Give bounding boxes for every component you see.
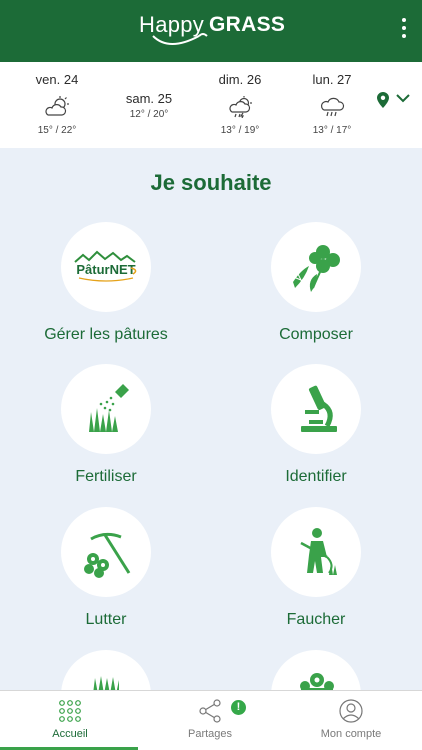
nav-label: Mon compte <box>320 728 382 740</box>
tile-label: Lutter <box>85 611 127 628</box>
tile-label: Composer <box>279 326 353 343</box>
tile-identifier[interactable]: Identifier <box>231 364 401 486</box>
logo-smile-icon <box>152 33 208 45</box>
mower-person-icon <box>271 507 361 597</box>
tile-lutter[interactable]: Lutter <box>21 507 191 629</box>
nav-label: Partages <box>187 728 233 740</box>
chevron-down-icon[interactable] <box>396 93 410 103</box>
weather-day-name: sam. 25 <box>125 91 173 106</box>
weather-day[interactable]: sam. 25 12° / 20° <box>114 62 184 148</box>
clover-icon <box>271 222 361 312</box>
tile-label: Faucher <box>286 611 346 628</box>
kebab-menu-icon[interactable] <box>396 14 412 42</box>
nav-item-mon-compte[interactable]: Mon compte <box>281 691 421 750</box>
nav-item-accueil[interactable]: Accueil <box>0 691 140 750</box>
weather-day-temp: 15° / 22° <box>37 125 77 136</box>
happygrass-logo: Happy GRASS <box>139 10 289 50</box>
paturnet-logo-graphic: PâturNET <box>74 250 137 282</box>
nav-item-partages[interactable]: Partages <box>140 691 280 750</box>
rain-cloud-icon <box>320 97 345 117</box>
partly-cloudy-icon <box>45 96 69 116</box>
weather-day-name: dim. 26 <box>218 72 262 87</box>
tile-fertiliser[interactable]: Fertiliser <box>21 364 191 486</box>
weather-day-name: ven. 24 <box>35 72 79 87</box>
tile-composer[interactable]: Composer <box>231 222 401 344</box>
weather-day[interactable]: dim. 26 13° / 19° <box>205 62 275 148</box>
weather-day-temp: 13° / 17° <box>312 125 352 136</box>
page-title: Je souhaite <box>150 170 272 195</box>
notification-badge: ! <box>231 700 246 715</box>
share-icon <box>199 699 221 723</box>
app-header: Happy GRASS <box>0 0 422 62</box>
weather-day[interactable]: lun. 27 13° / 17° <box>297 62 367 148</box>
paturnet-logo: PâturNET <box>61 222 151 312</box>
weed-pickaxe-icon <box>61 507 151 597</box>
weather-day-temp: 13° / 19° <box>220 125 260 136</box>
paturnet-logo-text: PâturNET <box>76 262 135 277</box>
grass-fertilizer-icon <box>61 364 151 454</box>
weather-day-temp: 12° / 20° <box>129 109 169 120</box>
storm-rain-icon <box>229 96 252 118</box>
nav-label: Accueil <box>52 728 88 740</box>
weather-day-name: lun. 27 <box>312 72 352 87</box>
weather-strip[interactable]: ven. 24 15° / 22° sam. 25 12° / 20° dim.… <box>0 62 422 148</box>
tile-gerer-les-patures[interactable]: PâturNET Gérer les pâtures <box>21 222 191 344</box>
bottom-nav: Accueil Partages Mon compte <box>0 690 422 750</box>
weather-day[interactable]: ven. 24 15° / 22° <box>22 62 92 148</box>
logo-grass-text: GRASS <box>209 13 286 36</box>
microscope-icon <box>271 364 361 454</box>
user-icon <box>339 699 363 723</box>
location-pin-icon[interactable] <box>377 92 389 108</box>
tile-label: Fertiliser <box>75 468 137 485</box>
grid-dots-icon <box>59 700 81 722</box>
tile-label: Identifier <box>285 468 347 485</box>
tile-faucher[interactable]: Faucher <box>231 507 401 629</box>
tile-label: Gérer les pâtures <box>44 326 168 343</box>
